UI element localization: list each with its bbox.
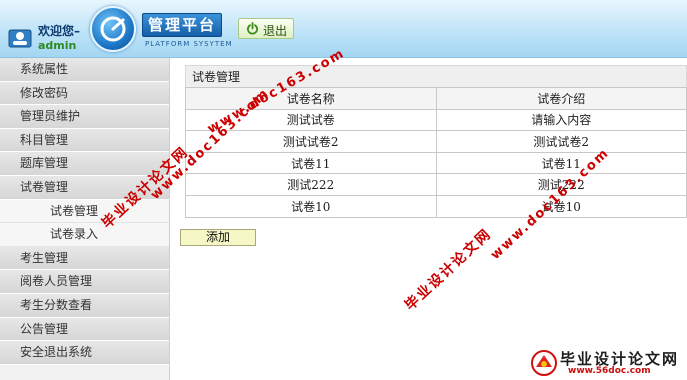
cell-paper-name: 测试222 xyxy=(185,173,437,196)
sidebar-item-subject-management[interactable]: 科目管理 xyxy=(0,128,169,153)
cell-paper-intro: 请输入内容 xyxy=(435,108,687,132)
panel-title: 试卷管理 xyxy=(185,65,687,87)
username: admin xyxy=(38,39,77,52)
sidebar-nav: 系统属性 修改密码 管理员维护 科目管理 题库管理 试卷管理 试卷管理 试卷录入… xyxy=(0,58,170,380)
cell-paper-intro: 试卷11 xyxy=(435,151,687,175)
table-row[interactable]: 试卷10 试卷10 xyxy=(185,194,687,218)
cell-paper-name: 试卷10 xyxy=(185,194,437,218)
cell-paper-name: 试卷11 xyxy=(185,151,437,175)
platform-logo-icon xyxy=(90,6,136,52)
logout-button[interactable]: 退出 xyxy=(238,18,294,39)
welcome-text: 欢迎您– xyxy=(38,24,81,38)
table-row[interactable]: 试卷11 试卷11 xyxy=(185,151,687,175)
main-content: 试卷管理 试卷名称 试卷介绍 测试试卷 请输入内容 测试试卷2 测试试卷2 试卷… xyxy=(185,65,687,218)
table-row[interactable]: 测试试卷2 测试试卷2 xyxy=(185,130,687,153)
add-button[interactable]: 添加 xyxy=(180,229,256,246)
paper-table: 试卷名称 试卷介绍 测试试卷 请输入内容 测试试卷2 测试试卷2 试卷11 试卷… xyxy=(185,87,687,218)
user-info: 欢迎您– admin xyxy=(6,14,86,54)
table-row[interactable]: 测试试卷 请输入内容 xyxy=(185,108,687,132)
sidebar-item-secure-logout[interactable]: 安全退出系统 xyxy=(0,341,169,365)
sidebar-item-paper-management[interactable]: 试卷管理 xyxy=(0,175,169,200)
user-icon xyxy=(8,29,32,48)
sidebar-item-announcements[interactable]: 公告管理 xyxy=(0,317,169,342)
sidebar-item-admin-maintenance[interactable]: 管理员维护 xyxy=(0,105,169,129)
cell-paper-intro: 试卷10 xyxy=(435,194,687,218)
table-header-row: 试卷名称 试卷介绍 xyxy=(185,87,687,110)
sidebar-subitem-paper-entry[interactable]: 试卷录入 xyxy=(0,223,169,247)
sidebar-item-system-properties[interactable]: 系统属性 xyxy=(0,58,169,82)
logout-label: 退出 xyxy=(263,24,288,38)
site-logo-icon xyxy=(531,350,557,376)
cell-paper-intro: 测试222 xyxy=(435,173,687,196)
table-row[interactable]: 测试222 测试222 xyxy=(185,173,687,196)
platform-subtitle: PLATFORM SYSYTEM xyxy=(145,40,233,48)
sidebar-item-change-password[interactable]: 修改密码 xyxy=(0,81,169,106)
platform-title: 管理平台 xyxy=(142,13,222,37)
footer-logo: 毕业设计论文网 www.56doc.com xyxy=(530,348,682,378)
footer-site-url: www.56doc.com xyxy=(568,366,651,376)
power-icon xyxy=(247,22,258,35)
column-header-paper-name: 试卷名称 xyxy=(185,87,437,110)
sidebar-subitem-paper-management[interactable]: 试卷管理 xyxy=(0,199,169,224)
column-header-paper-intro: 试卷介绍 xyxy=(435,87,687,110)
cell-paper-intro: 测试试卷2 xyxy=(435,130,687,153)
top-header: 欢迎您– admin 管理平台 PLATFORM SYSYTEM 退出 xyxy=(0,0,687,58)
cell-paper-name: 测试试卷2 xyxy=(185,130,437,153)
sidebar-item-grader-management[interactable]: 阅卷人员管理 xyxy=(0,270,169,294)
sidebar-item-examinee-management[interactable]: 考生管理 xyxy=(0,246,169,271)
sidebar-item-question-bank[interactable]: 题库管理 xyxy=(0,152,169,176)
cell-paper-name: 测试试卷 xyxy=(185,108,437,132)
watermark-text-right: 毕业设计论文网 xyxy=(402,225,495,314)
sidebar-item-score-view[interactable]: 考生分数查看 xyxy=(0,293,169,318)
